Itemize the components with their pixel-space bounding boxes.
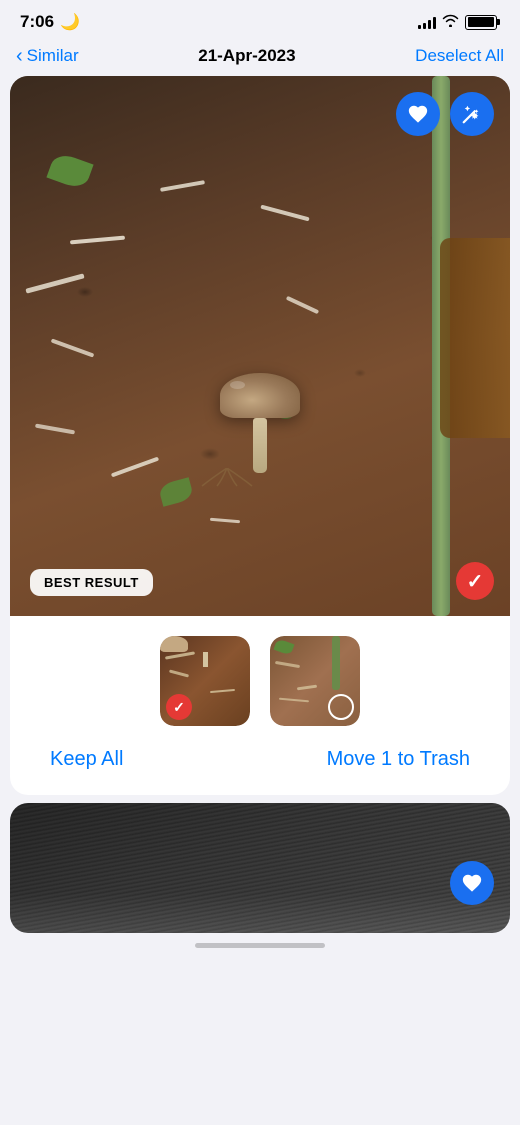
- chevron-left-icon: ‹: [16, 46, 23, 66]
- thumb2-unselected-circle: [328, 694, 354, 720]
- battery-icon: [465, 15, 500, 30]
- magic-wand-button[interactable]: [450, 92, 494, 136]
- thumbnails-row: [10, 616, 510, 736]
- nav-title: 21-Apr-2023: [198, 46, 295, 66]
- status-icons: [418, 14, 500, 30]
- right-organic: [440, 238, 510, 438]
- home-indicator: [0, 933, 520, 953]
- nav-bar: ‹ Similar 21-Apr-2023 Deselect All: [0, 40, 520, 76]
- signal-icon: [418, 15, 436, 29]
- home-bar: [195, 943, 325, 948]
- second-card-image: [10, 803, 510, 933]
- back-label: Similar: [27, 46, 79, 66]
- selected-check-indicator: [456, 562, 494, 600]
- moon-icon: 🌙: [60, 12, 80, 32]
- wifi-icon: [442, 14, 459, 30]
- main-photo-card: BEST RESULT: [10, 76, 510, 795]
- thumb1-selected-check: [166, 694, 192, 720]
- status-time: 7:06: [20, 12, 54, 32]
- back-button[interactable]: ‹ Similar: [16, 46, 79, 66]
- thumbnail-1[interactable]: [160, 636, 250, 726]
- second-photo-card: [10, 803, 510, 933]
- thumb1-mushroom: [160, 636, 250, 667]
- keep-all-button[interactable]: Keep All: [50, 748, 123, 771]
- deselect-all-button[interactable]: Deselect All: [415, 46, 504, 66]
- second-card-heart-button[interactable]: [450, 861, 494, 905]
- heart-button[interactable]: [396, 92, 440, 136]
- thumbnail-2[interactable]: [270, 636, 360, 726]
- image-action-buttons: [396, 92, 494, 136]
- photo-image[interactable]: BEST RESULT: [10, 76, 510, 616]
- best-result-badge: BEST RESULT: [30, 569, 153, 596]
- move-to-trash-button[interactable]: Move 1 to Trash: [327, 748, 470, 771]
- status-bar: 7:06 🌙: [0, 0, 520, 40]
- mushroom: [220, 373, 300, 488]
- action-buttons-row: Keep All Move 1 to Trash: [10, 736, 510, 775]
